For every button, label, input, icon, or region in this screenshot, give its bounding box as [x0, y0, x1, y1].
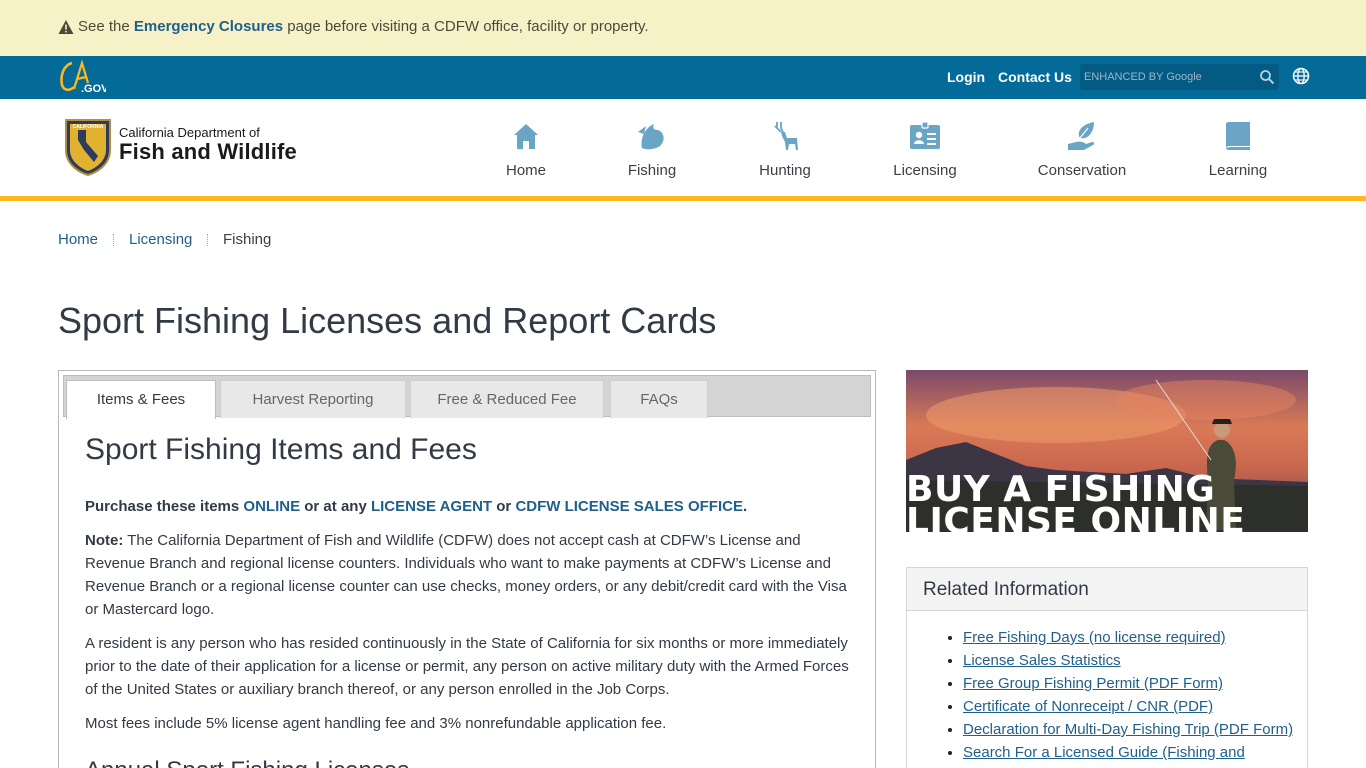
svg-text:.GOV: .GOV — [81, 83, 106, 95]
emergency-alert-bar: See the Emergency Closures page before v… — [0, 0, 1366, 56]
note-text: The California Department of Fish and Wi… — [85, 532, 847, 618]
license-agent-link[interactable]: LICENSE AGENT — [371, 498, 492, 515]
hand-leaf-icon — [1068, 122, 1095, 150]
list-item: Declaration for Multi-Day Fishing Trip (… — [963, 718, 1307, 741]
fish-icon — [638, 124, 664, 150]
breadcrumb-separator — [207, 234, 208, 246]
brand-subtitle[interactable]: California Department of — [119, 125, 260, 140]
related-links-list: Free Fishing Days (no license required) … — [907, 611, 1307, 764]
breadcrumb-separator — [113, 234, 114, 246]
tab-free-reduced-fee[interactable]: Free & Reduced Fee — [410, 380, 604, 418]
search-input[interactable] — [1084, 67, 1248, 87]
brand-title[interactable]: Fish and Wildlife — [119, 139, 297, 165]
section-title: Sport Fishing Items and Fees — [85, 433, 477, 466]
alert-message: See the Emergency Closures page before v… — [58, 18, 649, 35]
nav-licensing[interactable]: Licensing — [893, 120, 957, 179]
list-item: Free Group Fishing Permit (PDF Form) — [963, 672, 1307, 695]
nav-home[interactable]: Home — [506, 120, 546, 179]
purchase-period: . — [742, 498, 748, 515]
deer-icon — [774, 122, 798, 150]
book-icon — [1226, 122, 1250, 150]
buy-license-promo-banner[interactable]: BUY A FISHING LICENSE ONLINE — [906, 370, 1308, 532]
header-gold-border — [0, 196, 1366, 201]
tab-faqs[interactable]: FAQs — [610, 380, 708, 418]
fees-paragraph: Most fees include 5% license agent handl… — [85, 715, 667, 732]
utility-bar: .GOV Login Contact Us — [0, 56, 1366, 99]
purchase-paragraph: Purchase these items ONLINE or at any LI… — [85, 495, 855, 518]
purchase-or: or — [496, 498, 512, 515]
list-item: Search For a Licensed Guide (Fishing and — [963, 741, 1307, 764]
list-item: Free Fishing Days (no license required) — [963, 626, 1307, 649]
related-information-title: Related Information — [907, 568, 1307, 611]
annual-licenses-heading: Annual Sport Fishing Licenses — [85, 757, 855, 768]
related-information-box: Related Information Free Fishing Days (n… — [906, 567, 1308, 768]
related-link-certificate-nonreceipt[interactable]: Certificate of Nonreceipt / CNR (PDF) — [963, 698, 1213, 715]
search-icon[interactable] — [1259, 69, 1275, 85]
emergency-closures-link[interactable]: Emergency Closures — [134, 18, 283, 35]
related-link-licensed-guide[interactable]: Search For a Licensed Guide (Fishing and — [963, 744, 1245, 761]
tab-harvest-reporting[interactable]: Harvest Reporting — [220, 380, 406, 418]
tab-content: Sport Fishing Items and Fees Purchase th… — [85, 433, 855, 768]
tabs-panel: Items & Fees Harvest Reporting Free & Re… — [58, 370, 876, 768]
alert-suffix: page before visiting a CDFW office, faci… — [287, 18, 649, 35]
related-link-multi-day-declaration[interactable]: Declaration for Multi-Day Fishing Trip (… — [963, 721, 1293, 738]
note-paragraph: Note: The California Department of Fish … — [85, 529, 855, 621]
nav-conservation[interactable]: Conservation — [1037, 120, 1127, 179]
list-item: License Sales Statistics — [963, 649, 1307, 672]
nav-learning[interactable]: Learning — [1208, 120, 1268, 179]
resident-paragraph: A resident is any person who has resided… — [85, 635, 849, 698]
globe-language-icon[interactable] — [1292, 67, 1310, 85]
nav-hunting[interactable]: Hunting — [757, 120, 813, 179]
nav-fishing[interactable]: Fishing — [627, 120, 677, 179]
svg-text:CALIFORNIA: CALIFORNIA — [73, 124, 104, 130]
related-link-license-sales-statistics[interactable]: License Sales Statistics — [963, 652, 1121, 669]
breadcrumb-licensing[interactable]: Licensing — [129, 231, 192, 248]
nav-fishing-label: Fishing — [627, 162, 677, 179]
nav-licensing-label: Licensing — [893, 162, 957, 179]
related-link-free-fishing-days[interactable]: Free Fishing Days (no license required) — [963, 629, 1226, 646]
promo-line-2: LICENSE ONLINE — [906, 501, 1246, 533]
nav-hunting-label: Hunting — [759, 162, 811, 179]
note-label: Note: — [85, 532, 124, 549]
tab-items-fees[interactable]: Items & Fees — [66, 380, 216, 419]
breadcrumb-current: Fishing — [223, 231, 272, 248]
purchase-prefix: Purchase these items — [85, 498, 240, 515]
contact-us-link[interactable]: Contact Us — [998, 69, 1072, 85]
related-link-free-group-fishing-permit[interactable]: Free Group Fishing Permit (PDF Form) — [963, 675, 1223, 692]
cdfw-shield-logo[interactable]: CALIFORNIA — [64, 116, 112, 176]
page-title: Sport Fishing Licenses and Report Cards — [58, 300, 717, 341]
site-search — [1080, 64, 1279, 90]
nav-home-label: Home — [506, 162, 547, 179]
breadcrumb-home[interactable]: Home — [58, 231, 98, 248]
nav-conservation-label: Conservation — [1037, 162, 1127, 179]
online-link[interactable]: ONLINE — [243, 498, 300, 515]
ca-gov-logo[interactable]: .GOV — [58, 59, 106, 95]
home-icon — [514, 124, 538, 149]
warning-icon — [58, 19, 74, 34]
id-card-icon — [910, 121, 940, 149]
nav-learning-label: Learning — [1208, 162, 1268, 179]
purchase-or-any: or at any — [304, 498, 367, 515]
alert-prefix: See the — [78, 18, 130, 35]
license-sales-office-link[interactable]: CDFW LICENSE SALES OFFICE — [515, 498, 743, 515]
tab-strip: Items & Fees Harvest Reporting Free & Re… — [63, 375, 871, 419]
list-item: Certificate of Nonreceipt / CNR (PDF) — [963, 695, 1307, 718]
login-link[interactable]: Login — [947, 69, 985, 85]
